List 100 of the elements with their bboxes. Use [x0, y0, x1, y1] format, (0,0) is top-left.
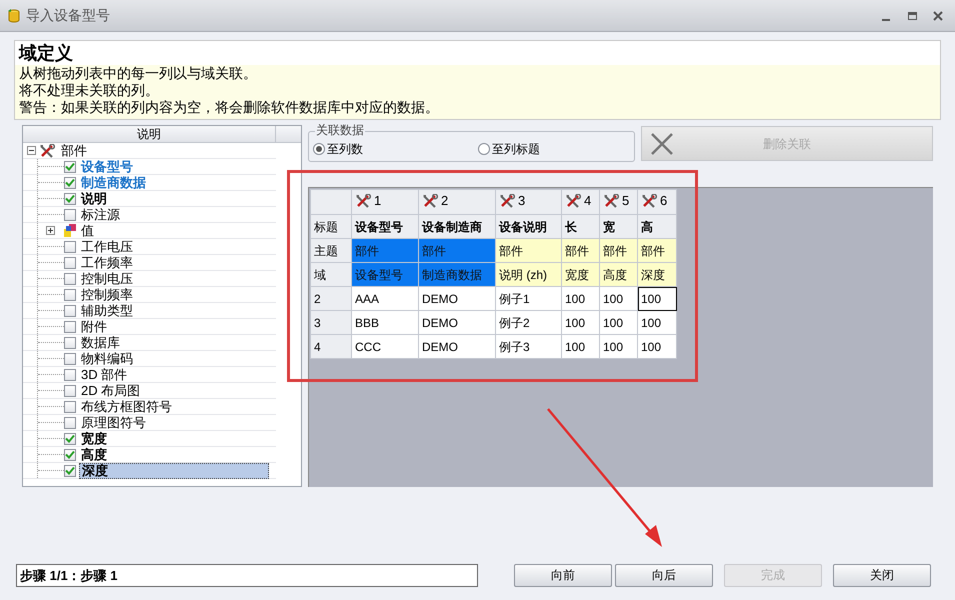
row-header: 2 [310, 286, 352, 310]
tools-icon [565, 194, 581, 208]
table-cell: 设备型号 [352, 262, 418, 286]
tree-item[interactable]: 数据库 [79, 336, 122, 350]
tree-item[interactable]: 原理图符号 [79, 416, 148, 430]
info-text: 将不处理未关联的列。 [19, 82, 160, 99]
radio-option[interactable]: 至列数 [313, 140, 478, 158]
tree-item[interactable]: 深度 [79, 462, 269, 478]
table-cell: 说明 (zh) [496, 262, 562, 286]
table-cell: AAA [352, 286, 418, 310]
dialog-button[interactable]: 关闭 [833, 564, 931, 586]
cross-icon [650, 132, 674, 156]
column-header[interactable]: 1 [352, 190, 418, 214]
tree-item[interactable]: 工作电压 [79, 240, 135, 254]
tree-item[interactable]: 工作频率 [79, 256, 135, 270]
tree-item[interactable]: 值 [81, 220, 94, 240]
table-cell: 100 [600, 286, 638, 310]
table-cell: CCC [352, 334, 418, 358]
table-cell: 设备型号 [352, 214, 418, 238]
table-cell: 例子3 [496, 334, 562, 358]
tools-icon [39, 144, 55, 158]
section-title: 域定义 [15, 41, 940, 65]
tree-item[interactable]: 辅助类型 [79, 304, 135, 318]
tree-item[interactable]: 高度 [79, 448, 109, 462]
checkbox[interactable] [64, 304, 76, 316]
column-header[interactable]: 2 [418, 190, 496, 214]
collapse-icon[interactable] [27, 146, 36, 155]
tools-icon [641, 194, 657, 208]
table-cell: 长 [562, 214, 600, 238]
table-cell: 制造商数据 [418, 262, 496, 286]
tree-item[interactable]: 宽度 [79, 432, 109, 446]
checkbox[interactable] [64, 160, 76, 172]
table-cell: 部件 [638, 238, 676, 262]
table-cell: DEMO [418, 334, 496, 358]
table-cell: 设备制造商 [418, 214, 496, 238]
checkbox[interactable] [64, 240, 76, 252]
dialog-button[interactable]: 向后 [615, 564, 713, 586]
row-header: 3 [310, 310, 352, 334]
table-cell: 100 [562, 334, 600, 358]
tree-item[interactable]: 物料编码 [79, 352, 135, 366]
cubes-icon [64, 224, 76, 237]
table-cell: DEMO [418, 310, 496, 334]
table-cell: 100 [638, 286, 676, 310]
window-title: 导入设备型号 [26, 6, 110, 25]
column-header[interactable]: 4 [562, 190, 600, 214]
tools-icon [422, 194, 438, 208]
table-cell: 高 [638, 214, 676, 238]
status-field: 步骤 1/1：步骤 1 [16, 564, 478, 586]
table-cell: 100 [562, 310, 600, 334]
tree-item[interactable]: 控制频率 [79, 288, 135, 302]
checkbox[interactable] [64, 208, 76, 220]
checkbox[interactable] [64, 352, 76, 364]
info-text: 警告：如果关联的列内容为空，将会删除软件数据库中对应的数据。 [19, 99, 440, 116]
checkbox[interactable] [64, 384, 76, 396]
tools-icon [603, 194, 619, 208]
tree-item[interactable]: 控制电压 [79, 272, 135, 286]
tree-item[interactable]: 说明 [79, 192, 109, 206]
column-header[interactable]: 6 [638, 190, 676, 214]
checkbox[interactable] [64, 432, 76, 444]
checkbox[interactable] [64, 400, 76, 412]
cylinder-icon [6, 8, 22, 24]
table-cell: 宽 [600, 214, 638, 238]
radio-option[interactable]: 至列标题 [478, 140, 540, 158]
table-cell: 部件 [418, 238, 496, 262]
tree-item[interactable]: 3D 部件 [79, 368, 130, 382]
expand-icon[interactable] [46, 226, 55, 235]
table-cell: 100 [562, 286, 600, 310]
table-cell: DEMO [418, 286, 496, 310]
checkbox[interactable] [64, 272, 76, 284]
checkbox[interactable] [64, 176, 76, 188]
row-header: 4 [310, 334, 352, 358]
checkbox[interactable] [64, 368, 76, 380]
dialog-button[interactable]: 向前 [514, 564, 612, 586]
info-text: 从树拖动列表中的每一列以与域关联。 [19, 65, 258, 82]
tree-item[interactable]: 设备型号 [79, 160, 135, 174]
tree-item[interactable]: 2D 布局图 [79, 384, 142, 398]
checkbox[interactable] [64, 320, 76, 332]
checkbox[interactable] [64, 288, 76, 300]
tree-item[interactable]: 布线方框图符号 [79, 400, 174, 414]
table-cell: 部件 [352, 238, 418, 262]
tree-item[interactable]: 附件 [79, 320, 109, 334]
checkbox[interactable] [64, 192, 76, 204]
checkbox[interactable] [64, 464, 76, 476]
table-cell: 高度 [600, 262, 638, 286]
checkbox[interactable] [64, 448, 76, 460]
table-cell: 100 [638, 310, 676, 334]
checkbox[interactable] [64, 416, 76, 428]
row-header: 域 [310, 262, 352, 286]
table-cell: 宽度 [562, 262, 600, 286]
table-cell: 部件 [496, 238, 562, 262]
checkbox[interactable] [64, 336, 76, 348]
tree-item[interactable]: 部件 [61, 140, 87, 160]
table-cell: 深度 [638, 262, 676, 286]
close-icon [933, 10, 943, 20]
column-header[interactable]: 3 [496, 190, 562, 214]
column-header[interactable]: 5 [600, 190, 638, 214]
tree-item[interactable]: 制造商数据 [79, 176, 148, 190]
checkbox[interactable] [64, 256, 76, 268]
tree-item[interactable]: 标注源 [79, 208, 122, 222]
table-cell: 100 [638, 334, 676, 358]
